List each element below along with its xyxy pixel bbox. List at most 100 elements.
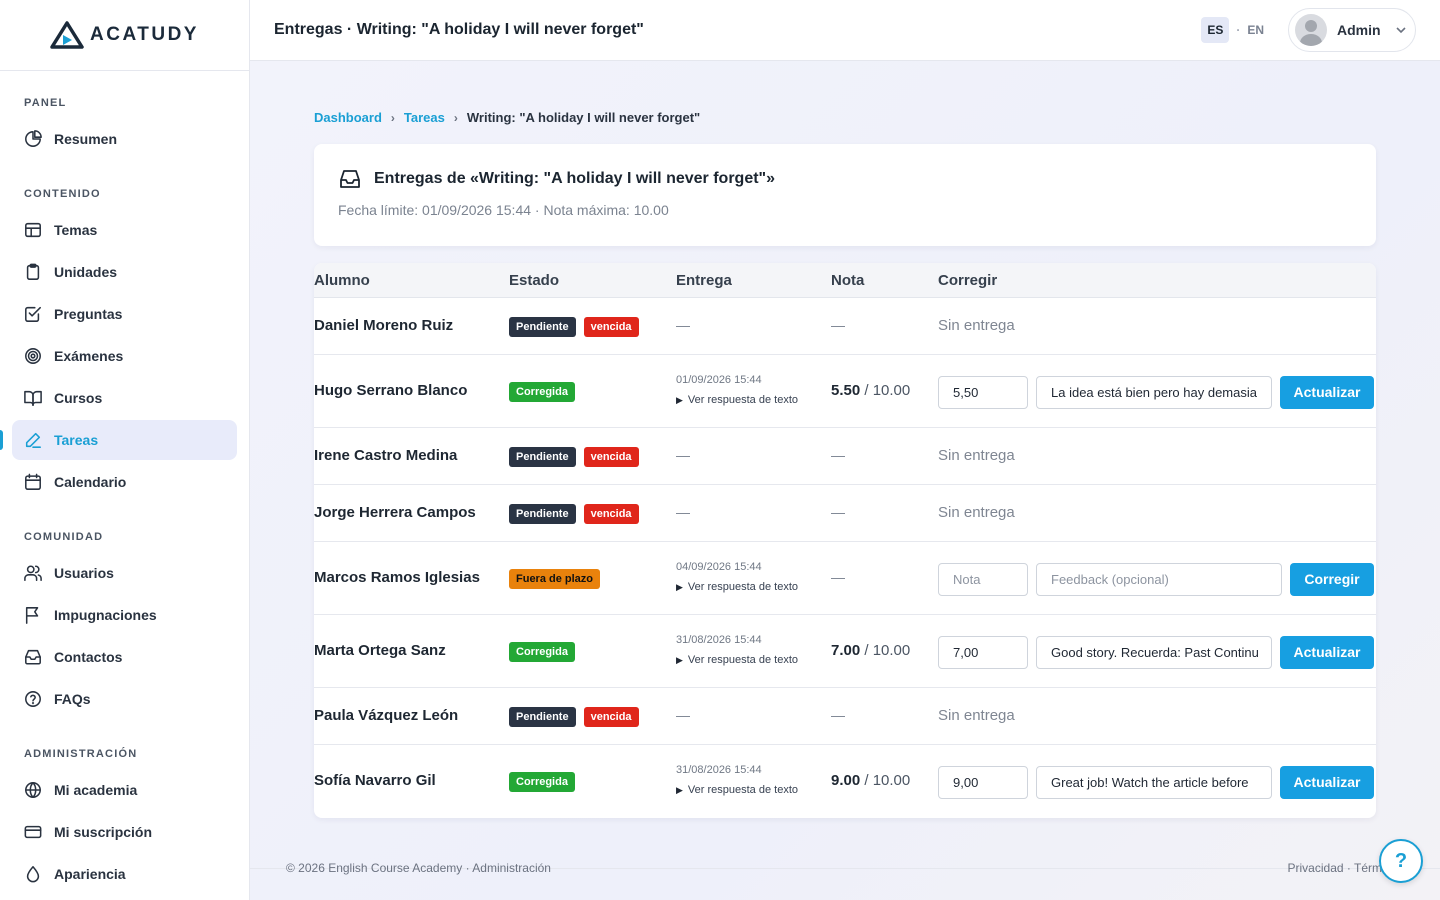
droplet-icon [26,866,40,883]
chevron-right-icon: › [453,110,458,125]
status-badge: vencida [583,316,639,337]
globe-icon [25,782,41,798]
student-name: Jorge Herrera Campos [314,503,476,521]
status-badge: Pendiente [509,503,576,524]
grade-value: 9.00 / 10.00 [831,772,910,789]
nav-heading: PANEL [24,97,67,109]
view-response-toggle[interactable]: ▶ Ver respuesta de texto [676,654,798,666]
feedback-input[interactable]: La idea está bien pero hay demasia [1036,375,1272,409]
credit-card-icon [24,825,42,839]
footer-copyright: © 2026 English Course Academy · Administ… [286,861,551,875]
view-response-toggle[interactable]: ▶ Ver respuesta de texto [676,581,798,593]
lang-en-button[interactable]: EN [1247,23,1264,37]
correction-form: 7,00 Good story. Recuerda: Past Continu Ac… [938,635,1374,669]
triangle-right-icon: ▶ [676,581,683,592]
correct-button[interactable]: Corregir [1290,562,1374,596]
status-badge: vencida [583,706,639,727]
sidebar-item-label: Apariencia [54,866,126,882]
sidebar-item-cursos[interactable]: Cursos [12,378,237,418]
correction-form: 5,50 La idea está bien pero hay demasia Ac… [938,375,1374,409]
grade-input[interactable]: Nota [938,562,1028,596]
grade-empty: — [831,706,845,723]
grade-input[interactable]: 9,00 [938,765,1028,799]
calendar-icon [25,473,41,490]
no-delivery-text: Sin entrega [938,706,1015,724]
view-response-label: Ver respuesta de texto [687,653,798,666]
breadcrumb-dashboard[interactable]: Dashboard [314,110,382,125]
chevron-right-icon: › [390,110,395,125]
lang-es-button[interactable]: ES [1201,17,1230,43]
logo-mark-icon [50,21,84,49]
view-response-label: Ver respuesta de texto [687,783,798,796]
feedback-input[interactable]: Great job! Watch the article before [1036,765,1272,799]
update-button[interactable]: Actualizar [1280,375,1374,409]
delivery-empty: — [676,446,690,463]
logo[interactable]: ACATUDY [0,0,249,71]
sidebar-item-mi-suscripcion[interactable]: Mi suscripción [12,812,237,852]
user-menu-button[interactable]: Admin [1288,8,1416,52]
help-button[interactable]: ? [1379,839,1423,883]
status-badges: Corregida [509,771,575,792]
status-badge: Pendiente [509,316,576,337]
target-icon [25,348,41,364]
triangle-right-icon: ▶ [676,784,683,795]
status-badges: Pendiente vencida [509,706,639,727]
grade-input[interactable]: 5,50 [938,375,1028,409]
pen-icon [25,432,41,448]
card-subtitle: Fecha límite: 01/09/2026 15:44 · Nota má… [338,202,669,218]
col-entrega: Entrega [676,272,732,289]
sidebar-item-tareas[interactable]: Tareas [0,420,237,460]
breadcrumb-current: Writing: "A holiday I will never forget" [466,110,701,125]
table-row: Jorge Herrera Campos Pendiente vencida — — Si… [314,485,1376,542]
sidebar-item-temas[interactable]: Temas [12,210,237,250]
update-button[interactable]: Actualizar [1280,635,1374,669]
main-content: Dashboard › Tareas › Writing: "A holiday… [250,61,1440,900]
logo-text: ACATUDY [90,24,199,45]
sidebar-item-contactos[interactable]: Contactos [12,637,237,677]
active-indicator [0,430,3,450]
nav-section: PANEL Resumen [0,93,249,159]
sidebar-item-label: Unidades [54,264,118,280]
delivery-date: 31/08/2026 15:44 [676,633,762,646]
correction-form: 9,00 Great job! Watch the article before A… [938,765,1374,799]
sidebar-item-preguntas[interactable]: Preguntas [12,294,237,334]
delivery-date: 01/09/2026 15:44 [676,373,762,386]
sidebar-item-apariencia[interactable]: Apariencia [12,854,237,894]
sidebar-item-resumen[interactable]: Resumen [12,119,237,159]
sidebar: ACATUDY PANEL Resumen CONTENIDO Temas Unidad… [0,0,250,900]
delivery-date: 04/09/2026 15:44 [676,560,762,573]
sidebar-item-examenes[interactable]: Exámenes [12,336,237,376]
update-button[interactable]: Actualizar [1280,765,1374,799]
feedback-input[interactable]: Good story. Recuerda: Past Continu [1036,635,1272,669]
lang-separator: · [1236,23,1241,37]
language-switcher: ES · EN [1201,17,1264,43]
table-row: Marcos Ramos Iglesias Fuera de plazo 04/09… [314,542,1376,615]
grade-input[interactable]: 7,00 [938,635,1028,669]
nav-heading: ADMINISTRACIÓN [24,748,138,760]
sidebar-item-unidades[interactable]: Unidades [12,252,237,292]
sidebar-item-mi-academia[interactable]: Mi academia [12,770,237,810]
submissions-table: Alumno Estado Entrega Nota Corregir Dani… [314,263,1376,818]
status-badge: vencida [583,446,639,467]
col-nota: Nota [831,272,865,289]
sidebar-item-calendario[interactable]: Calendario [12,462,237,502]
breadcrumb-tareas[interactable]: Tareas [404,110,445,125]
sidebar-item-usuarios[interactable]: Usuarios [12,553,237,593]
sidebar-nav: PANEL Resumen CONTENIDO Temas Unidades Pregun… [0,71,249,894]
status-badges: Pendiente vencida [509,446,639,467]
view-response-label: Ver respuesta de texto [687,580,798,593]
sidebar-item-faqs[interactable]: FAQs [12,679,237,719]
student-name: Marcos Ramos Iglesias [314,568,480,586]
view-response-toggle[interactable]: ▶ Ver respuesta de texto [676,784,798,796]
view-response-toggle[interactable]: ▶ Ver respuesta de texto [676,394,798,406]
sidebar-item-label: Impugnaciones [54,607,157,623]
sidebar-item-label: Usuarios [54,565,114,581]
grade-empty: — [831,446,845,463]
sidebar-item-label: Contactos [54,649,123,665]
sidebar-item-label: Mi suscripción [54,824,153,840]
feedback-input[interactable]: Feedback (opcional) [1036,562,1282,596]
triangle-right-icon: ▶ [676,654,683,665]
student-name: Sofía Navarro Gil [314,771,436,789]
sidebar-item-impugnaciones[interactable]: Impugnaciones [12,595,237,635]
no-delivery-text: Sin entrega [938,316,1015,334]
